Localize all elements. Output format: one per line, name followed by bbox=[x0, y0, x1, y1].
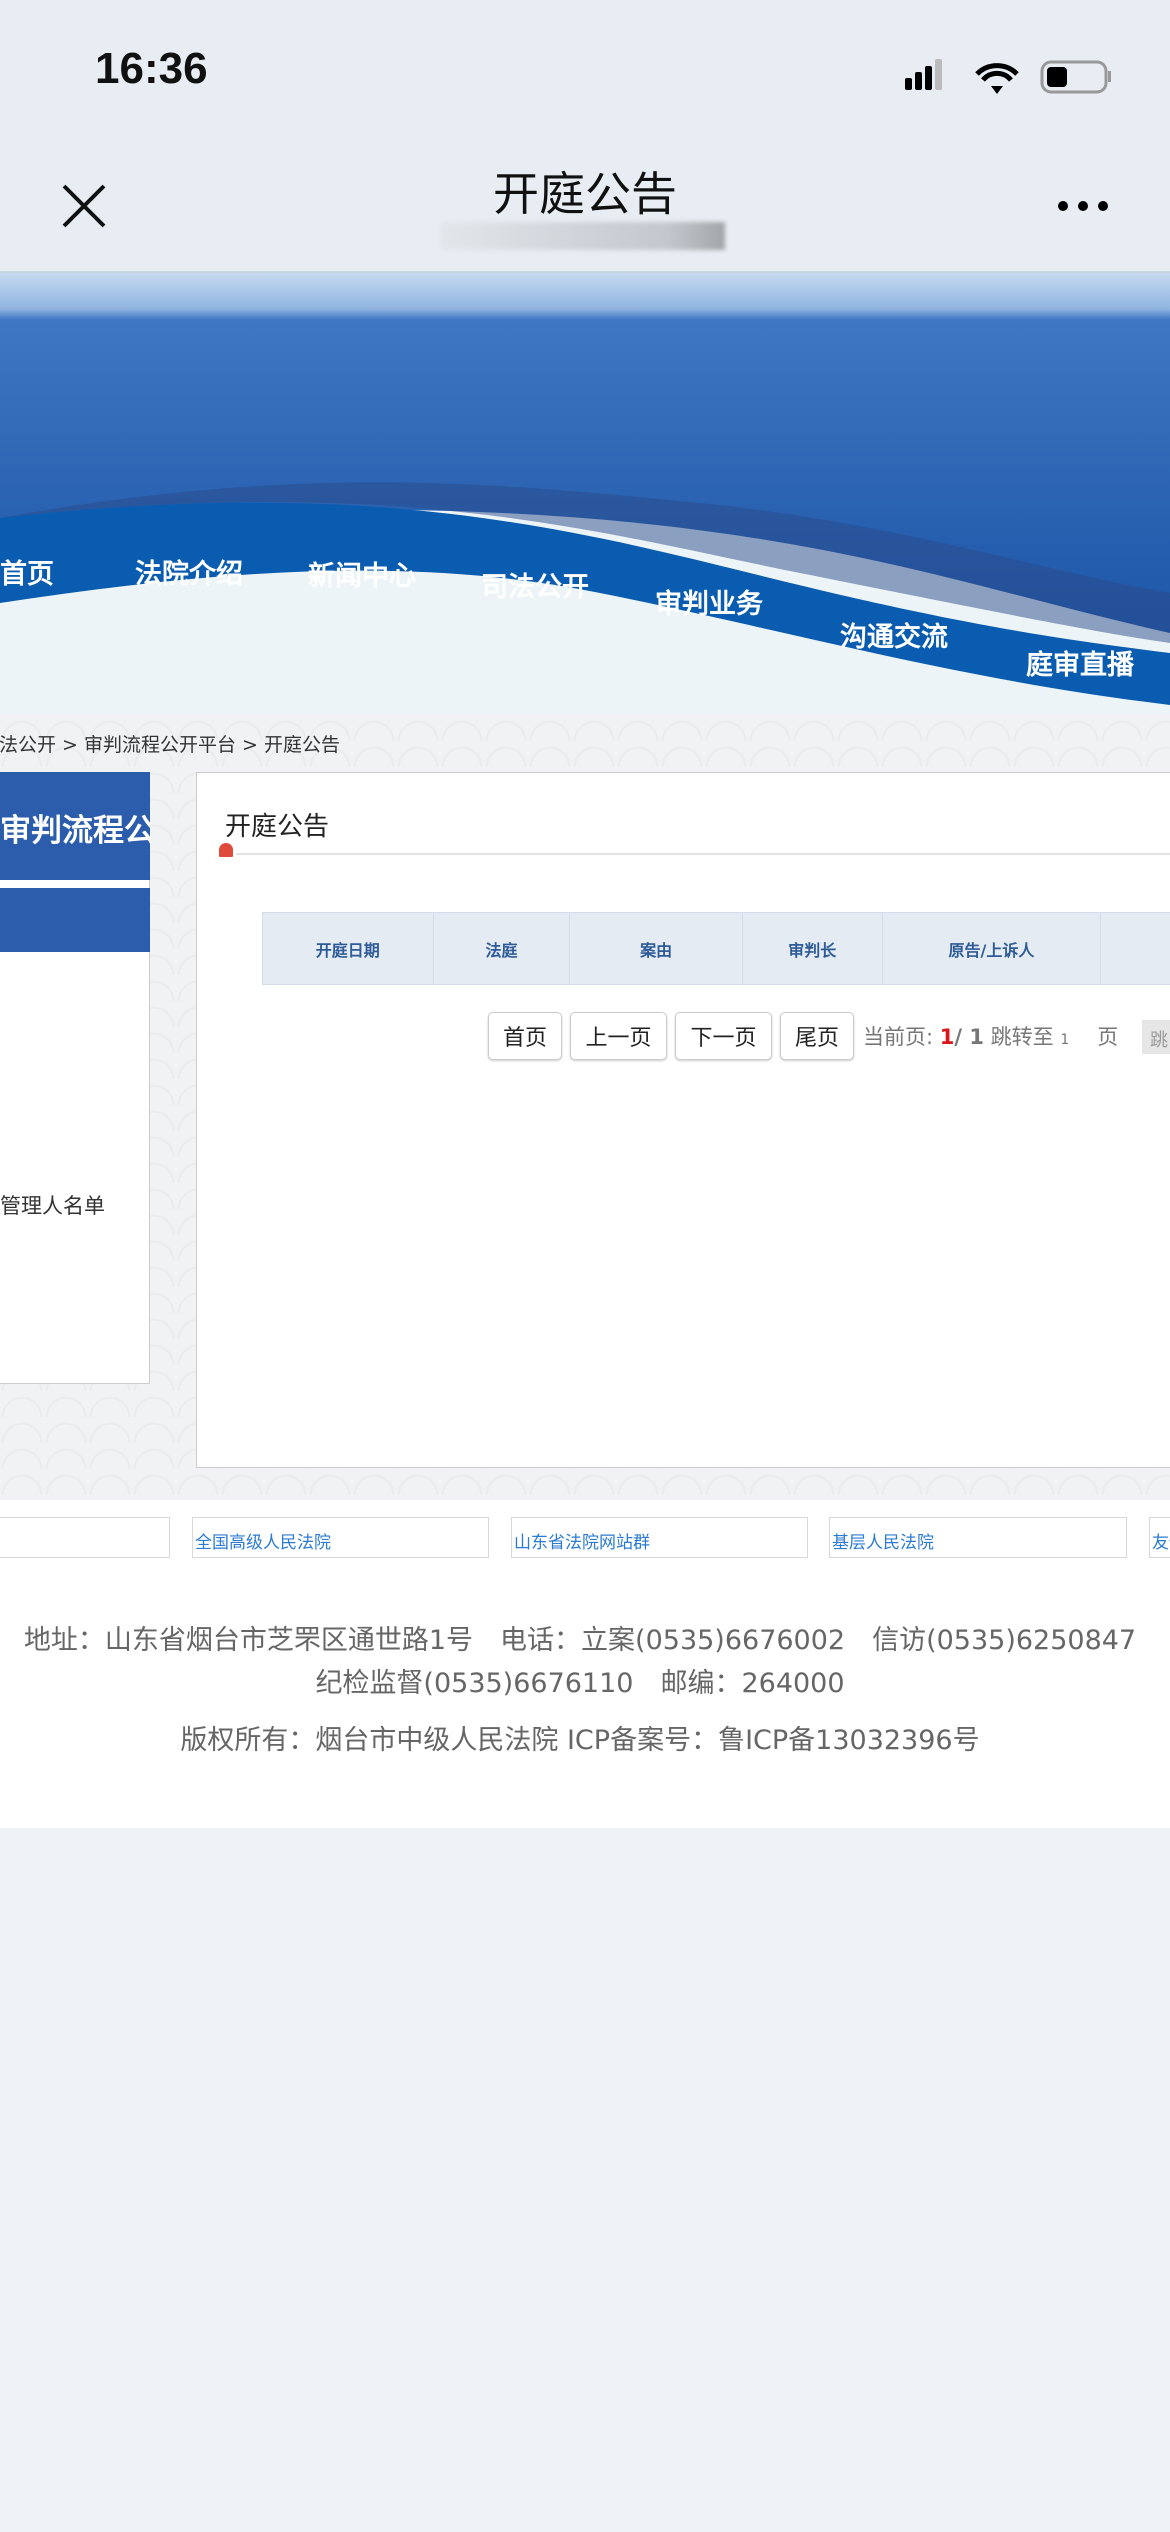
page-title: 开庭公告 bbox=[493, 167, 677, 221]
footer-contact: 纪检监督(0535)6676110 邮编：264000 bbox=[315, 1668, 845, 1699]
link-high-courts[interactable]: 全国高级人民法院 bbox=[192, 1517, 489, 1558]
total-pages: / 1 bbox=[954, 1025, 984, 1049]
nav-item-judicial-open[interactable]: 司法公开 bbox=[481, 565, 589, 604]
sidebar-header: 审判流程公开平台 bbox=[0, 772, 150, 880]
col-judge: 审判长 bbox=[743, 913, 883, 984]
nav-item-trial[interactable]: 审判业务 bbox=[655, 582, 763, 621]
jump-label: 跳转至 bbox=[983, 1025, 1061, 1049]
link-box[interactable] bbox=[0, 1517, 170, 1558]
current-page: 1 bbox=[939, 1025, 955, 1049]
blurred-subtitle bbox=[440, 222, 725, 250]
nav-item-live[interactable]: 庭审直播 bbox=[1026, 643, 1134, 682]
sidebar-item-bankruptcy[interactable]: 破产管理人名单 bbox=[0, 1190, 105, 1220]
section-title: 开庭公告 bbox=[225, 812, 330, 842]
nav-item-court-intro[interactable]: 法院介绍 bbox=[135, 552, 243, 591]
more-icon[interactable] bbox=[1055, 197, 1115, 215]
table-header: 开庭日期 法庭 案由 审判长 原告/上诉人 bbox=[262, 912, 1170, 985]
first-page-button[interactable]: 首页 bbox=[488, 1012, 562, 1060]
status-icons bbox=[905, 59, 1111, 94]
breadcrumb: 司法公开 > 审判流程公开平台 > 开庭公告 bbox=[0, 734, 340, 756]
nav-item-home[interactable]: 首页 bbox=[0, 552, 54, 591]
battery-icon bbox=[1040, 60, 1111, 94]
divider bbox=[236, 853, 1170, 855]
nav-item-communication[interactable]: 沟通交流 bbox=[840, 615, 948, 654]
col-plaintiff: 原告/上诉人 bbox=[883, 913, 1102, 984]
next-page-button[interactable]: 下一页 bbox=[675, 1012, 772, 1060]
current-label: 当前页: bbox=[863, 1025, 940, 1049]
prev-page-button[interactable]: 上一页 bbox=[570, 1012, 667, 1060]
col-courtroom: 法庭 bbox=[434, 913, 571, 984]
link-shandong-courts[interactable]: 山东省法院网站群 bbox=[511, 1517, 808, 1558]
col-cause: 案由 bbox=[570, 913, 743, 984]
court-icon bbox=[219, 843, 233, 857]
footer-address: 地址：山东省烟台市芝罘区通世路1号 电话：立案(0535)6676002 信访(… bbox=[23, 1625, 1137, 1656]
site-banner bbox=[0, 273, 1170, 715]
link-friendly[interactable]: 友情链接 bbox=[1149, 1517, 1170, 1558]
col-more bbox=[1101, 913, 1170, 984]
link-grassroots-courts[interactable]: 基层人民法院 bbox=[829, 1517, 1127, 1558]
sidebar-item-active[interactable] bbox=[0, 888, 150, 952]
jump-input[interactable]: 1 bbox=[1060, 1032, 1069, 1048]
signal-icon bbox=[905, 59, 942, 90]
last-page-button[interactable]: 尾页 bbox=[780, 1012, 854, 1060]
nav-item-news[interactable]: 新闻中心 bbox=[308, 554, 416, 593]
col-date: 开庭日期 bbox=[263, 913, 434, 984]
page-info: 当前页: 1/ 1 跳转至 1页 bbox=[863, 1021, 1118, 1051]
page-unit: 页 bbox=[1097, 1025, 1119, 1049]
wifi-icon bbox=[975, 63, 1019, 82]
status-time: 16:36 bbox=[95, 44, 208, 93]
jump-button[interactable]: 跳 bbox=[1142, 1020, 1170, 1054]
main-panel bbox=[196, 772, 1170, 1468]
footer-copyright: 版权所有：烟台市中级人民法院 ICP备案号：鲁ICP备13032396号 bbox=[180, 1725, 980, 1756]
